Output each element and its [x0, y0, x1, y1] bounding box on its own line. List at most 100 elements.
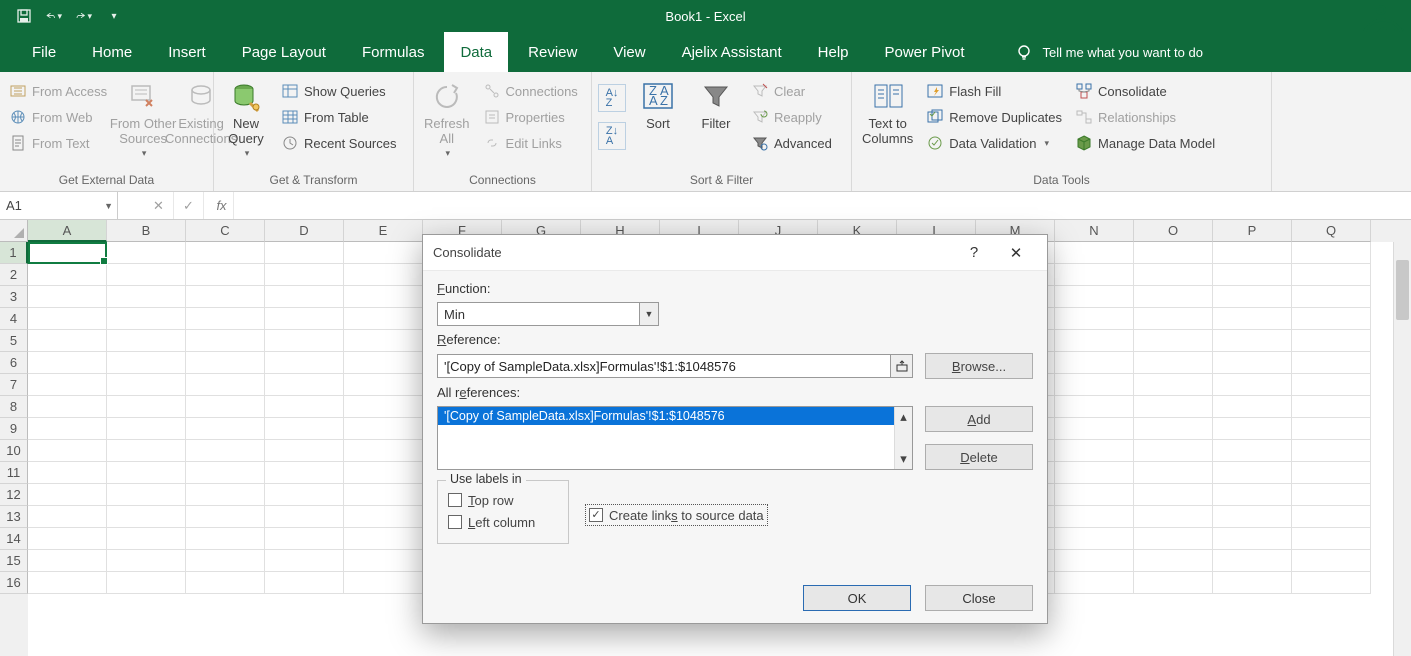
cell[interactable] — [344, 528, 423, 550]
cell[interactable] — [344, 264, 423, 286]
name-box[interactable]: A1▼ — [0, 192, 118, 219]
cell[interactable] — [1213, 418, 1292, 440]
show-queries-button[interactable]: Show Queries — [278, 80, 401, 102]
cell[interactable] — [1134, 308, 1213, 330]
row-header[interactable]: 1 — [0, 242, 28, 264]
new-query-button[interactable]: New Query▾ — [220, 78, 272, 161]
cell[interactable] — [186, 264, 265, 286]
cell[interactable] — [1134, 506, 1213, 528]
cell[interactable] — [1292, 286, 1371, 308]
row-header[interactable]: 3 — [0, 286, 28, 308]
refresh-all-button[interactable]: Refresh All▾ — [420, 78, 474, 161]
column-header[interactable]: Q — [1292, 220, 1371, 242]
left-column-checkbox[interactable]: Left column — [448, 511, 558, 533]
column-header[interactable]: O — [1134, 220, 1213, 242]
cell[interactable] — [28, 550, 107, 572]
cell[interactable] — [28, 506, 107, 528]
cell[interactable] — [186, 286, 265, 308]
cell[interactable] — [265, 396, 344, 418]
row-header[interactable]: 8 — [0, 396, 28, 418]
cell[interactable] — [28, 330, 107, 352]
cell[interactable] — [1213, 440, 1292, 462]
cell[interactable] — [1134, 572, 1213, 594]
cell[interactable] — [186, 418, 265, 440]
cell[interactable] — [1213, 374, 1292, 396]
cell[interactable] — [265, 242, 344, 264]
cell[interactable] — [1055, 528, 1134, 550]
cell[interactable] — [1055, 418, 1134, 440]
cell[interactable] — [1055, 286, 1134, 308]
row-header[interactable]: 10 — [0, 440, 28, 462]
cell[interactable] — [1213, 242, 1292, 264]
from-table-button[interactable]: From Table — [278, 106, 401, 128]
cell[interactable] — [1134, 440, 1213, 462]
cell[interactable] — [1292, 352, 1371, 374]
cell[interactable] — [1134, 528, 1213, 550]
cell[interactable] — [28, 264, 107, 286]
cell[interactable] — [1055, 396, 1134, 418]
cell[interactable] — [1292, 462, 1371, 484]
scroll-up-icon[interactable]: ▴ — [900, 409, 907, 425]
cell[interactable] — [344, 462, 423, 484]
cell[interactable] — [1055, 264, 1134, 286]
row-header[interactable]: 6 — [0, 352, 28, 374]
cell[interactable] — [265, 308, 344, 330]
cell[interactable] — [28, 528, 107, 550]
cell[interactable] — [344, 286, 423, 308]
sort-asc-button[interactable]: A↓Z — [598, 84, 626, 112]
from-other-sources-button[interactable]: From Other Sources▾ — [117, 78, 169, 161]
recent-sources-button[interactable]: Recent Sources — [278, 132, 401, 154]
cell[interactable] — [1213, 550, 1292, 572]
cell[interactable] — [186, 484, 265, 506]
cell[interactable] — [186, 506, 265, 528]
cell[interactable] — [1134, 396, 1213, 418]
cell[interactable] — [107, 374, 186, 396]
cell[interactable] — [28, 396, 107, 418]
vertical-scrollbar[interactable] — [1393, 242, 1411, 656]
row-header[interactable]: 14 — [0, 528, 28, 550]
cell[interactable] — [265, 418, 344, 440]
cell[interactable] — [107, 528, 186, 550]
cell[interactable] — [107, 286, 186, 308]
scroll-down-icon[interactable]: ▾ — [900, 451, 907, 467]
dialog-titlebar[interactable]: Consolidate ? ✕ — [423, 235, 1047, 271]
cell[interactable] — [265, 572, 344, 594]
cell[interactable] — [1292, 484, 1371, 506]
scrollbar-thumb[interactable] — [1396, 260, 1409, 320]
cell[interactable] — [1134, 484, 1213, 506]
cell[interactable] — [107, 396, 186, 418]
cell[interactable] — [265, 352, 344, 374]
cell[interactable] — [1292, 242, 1371, 264]
cell[interactable] — [1055, 550, 1134, 572]
cell[interactable] — [1134, 330, 1213, 352]
cell[interactable] — [1213, 462, 1292, 484]
cell[interactable] — [107, 352, 186, 374]
cell[interactable] — [28, 484, 107, 506]
sort-desc-button[interactable]: Z↓A — [598, 122, 626, 150]
close-button[interactable]: Close — [925, 585, 1033, 611]
cell[interactable] — [1055, 308, 1134, 330]
remove-duplicates-button[interactable]: Remove Duplicates — [923, 106, 1066, 128]
cell[interactable] — [107, 330, 186, 352]
cell[interactable] — [1134, 286, 1213, 308]
column-header[interactable]: P — [1213, 220, 1292, 242]
cell[interactable] — [107, 550, 186, 572]
properties-button[interactable]: Properties — [480, 106, 582, 128]
cell[interactable] — [344, 572, 423, 594]
create-links-checkbox[interactable]: ✓Create links to source data — [585, 504, 768, 526]
row-header[interactable]: 2 — [0, 264, 28, 286]
cell[interactable] — [1292, 550, 1371, 572]
cell[interactable] — [265, 330, 344, 352]
cell[interactable] — [186, 396, 265, 418]
cell[interactable] — [1213, 264, 1292, 286]
cell[interactable] — [107, 572, 186, 594]
cell[interactable] — [344, 506, 423, 528]
cell[interactable] — [28, 374, 107, 396]
tab-formulas[interactable]: Formulas — [346, 32, 441, 72]
cell[interactable] — [265, 528, 344, 550]
row-header[interactable]: 13 — [0, 506, 28, 528]
connections-button[interactable]: Connections — [480, 80, 582, 102]
cell[interactable] — [28, 418, 107, 440]
cell[interactable] — [1292, 418, 1371, 440]
dialog-close-button[interactable]: ✕ — [995, 239, 1037, 267]
